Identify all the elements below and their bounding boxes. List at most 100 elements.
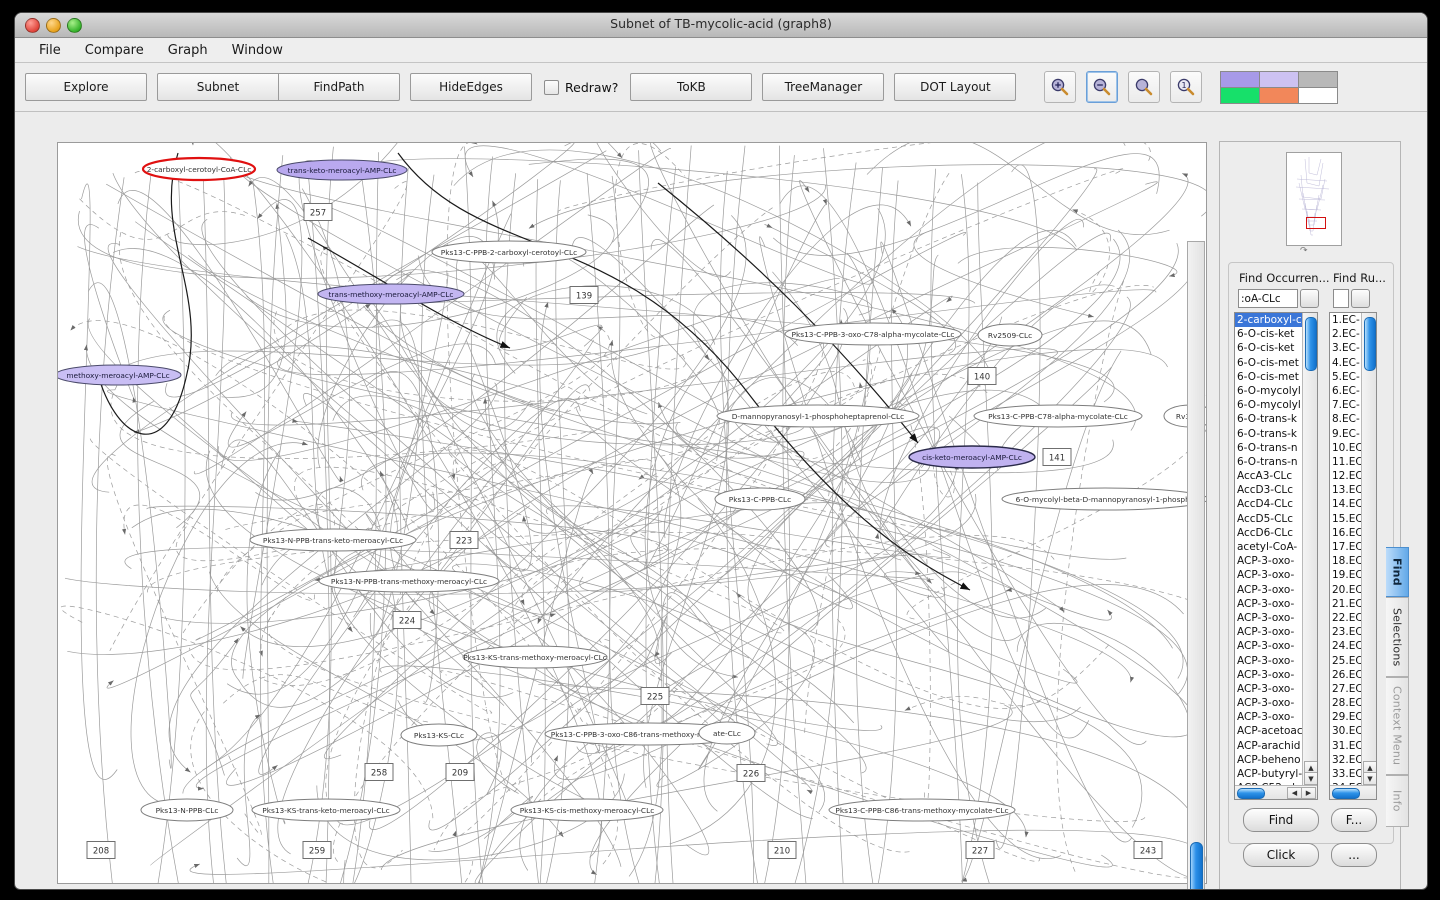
rules-list-item[interactable]: 23.EC [1330,625,1362,639]
occurrence-list-item[interactable]: 6-O-trans-k [1235,412,1303,426]
occurrence-list-item[interactable]: ACP-3-oxo- [1235,696,1303,710]
treemanager-button[interactable]: TreeManager [762,73,885,101]
occurrence-scroll-thumb[interactable] [1305,317,1317,371]
occurrence-list-item[interactable]: AccD5-CLc [1235,512,1303,526]
zoom-out-icon[interactable] [1086,71,1119,103]
rules-list-item[interactable]: 20.EC [1330,583,1362,597]
explore-button[interactable]: Explore [25,73,147,101]
graph-box-node[interactable]: 210 [767,841,797,859]
rules-list-item[interactable]: 28.EC [1330,696,1362,710]
rules-list-item[interactable]: 22.EC [1330,611,1362,625]
occurrence-list-item[interactable]: ACP-beheno [1235,753,1303,767]
graph-node[interactable]: Pks13-C-PPB-C86-trans-methoxy-mycolate-C… [828,798,1016,822]
occurrence-list-item[interactable]: AccD3-CLc [1235,483,1303,497]
graph-node[interactable]: Rv2509-CLc [977,323,1043,347]
graph-box-node[interactable]: 225 [640,687,670,705]
occurrence-list-item[interactable]: 6-O-cis-ket [1235,341,1303,355]
rules-scroll-down[interactable]: ▼ [1363,772,1376,785]
graph-box-node[interactable]: 208 [86,841,116,859]
graph-box-node[interactable]: 258 [364,763,394,781]
graph-vertical-scrollbar[interactable]: ▲ ▼ [1187,241,1205,889]
rules-list-item[interactable]: 19.EC [1330,568,1362,582]
occurrence-hscroll-left[interactable]: ◀ [1287,787,1302,799]
palette-swatch-gray[interactable] [1297,70,1338,88]
rules-list-item[interactable]: 10.EC [1330,441,1362,455]
rules-list[interactable]: 1.EC- 2.EC- 3.EC- 4.EC- 5.EC- 6.EC- 7.EC- 8.EC-… [1329,312,1377,800]
occurrence-list-item[interactable]: 6-O-mycolyl [1235,384,1303,398]
zoom-fit-icon[interactable] [1128,71,1161,103]
graph-box-node[interactable]: 223 [449,531,479,549]
graph-node[interactable]: Pks13-N-PPB-trans-methoxy-meroacyl-CLc [318,569,500,593]
occurrence-list-rows[interactable]: 2-carboxyl-c 6-O-cis-ket 6-O-cis-ket 6-O-ci… [1235,313,1303,799]
rules-list-rows[interactable]: 1.EC- 2.EC- 3.EC- 4.EC- 5.EC- 6.EC- 7.EC- 8.EC-… [1330,313,1362,799]
palette-col-3[interactable] [1297,70,1338,104]
rules-list-item[interactable]: 16.EC [1330,526,1362,540]
graph-node[interactable]: 6-O-mycolyl-beta-D-mannopyranosyl-1-phos… [1001,487,1206,511]
color-palette[interactable] [1219,70,1338,104]
tab-selections[interactable]: Selections [1386,597,1409,677]
graph-node[interactable]: Pks13-KS-trans-methoxy-meroacyl-CLc [462,645,608,669]
occurrence-list-item[interactable]: 6-O-trans-n [1235,455,1303,469]
rules-list-item[interactable]: 17.EC [1330,540,1362,554]
occurrence-list-item[interactable]: ACP-3-oxo- [1235,568,1303,582]
side-tab-strip[interactable]: Find Selections Context Menu Info [1386,547,1409,827]
rules-list-item[interactable]: 5.EC- [1330,370,1362,384]
graph-box-node[interactable]: 226 [736,764,766,782]
menu-item-window[interactable]: Window [220,41,295,60]
find-occurrences-input[interactable]: :oA-CLc [1238,289,1298,308]
occurrence-list-item[interactable]: acetyl-CoA- [1235,540,1303,554]
graph-node[interactable]: Pks13-N-PPB-trans-keto-meroacyl-CLc [249,528,417,552]
rules-list-item[interactable]: 33.EC [1330,767,1362,781]
palette-col-1[interactable] [1219,70,1260,104]
graph-vscroll-thumb[interactable] [1190,842,1203,889]
graph-node[interactable]: methoxy-meroacyl-AMP-CLc [58,364,182,386]
graph-box-node[interactable]: 257 [303,203,333,221]
rules-list-item[interactable]: 8.EC- [1330,412,1362,426]
subnet-button[interactable]: Subnet [157,73,279,101]
occurrence-list-item[interactable]: ACP-acetoac [1235,724,1303,738]
rules-list-item[interactable]: 11.EC [1330,455,1362,469]
graph-node[interactable]: ate-CLc [698,721,756,745]
palette-swatch-green[interactable] [1219,86,1260,104]
find-rules-toggle[interactable] [1351,289,1370,308]
occurrence-list-item[interactable]: ACP-3-oxo- [1235,682,1303,696]
zoom-in-icon[interactable] [1044,71,1077,103]
occurrence-list-item[interactable]: ACP-3-oxo- [1235,611,1303,625]
tab-info[interactable]: Info [1386,775,1409,827]
redraw-checkbox[interactable] [544,79,559,95]
menu-item-graph[interactable]: Graph [156,41,220,60]
graph-node[interactable]: cis-keto-meroacyl-AMP-CLc [908,445,1036,469]
occurrence-list-item[interactable]: ACP-3-oxo- [1235,583,1303,597]
occurrence-list-item[interactable]: 6-O-mycolyl [1235,398,1303,412]
hideedges-button[interactable]: HideEdges [410,73,532,101]
occurrence-hscroll-right[interactable]: ▶ [1301,787,1316,799]
rules-list-item[interactable]: 15.EC [1330,512,1362,526]
overview-viewport-rect[interactable] [1306,217,1326,229]
palette-swatch-lavender[interactable] [1258,70,1299,88]
occurrence-list-item[interactable]: AccD6-CLc [1235,526,1303,540]
rules-list-item[interactable]: 9.EC- [1330,427,1362,441]
more-options-button[interactable]: ... [1331,843,1377,867]
graph-canvas[interactable]: 257 139 140 141 223 224 225 226 258 209 208 259 210 2… [57,142,1207,884]
palette-swatch-orange[interactable] [1258,86,1299,104]
rules-list-item[interactable]: 7.EC- [1330,398,1362,412]
occurrence-list-item[interactable]: ACP-3-oxo- [1235,710,1303,724]
menu-item-compare[interactable]: Compare [73,41,156,60]
rules-list-item[interactable]: 4.EC- [1330,356,1362,370]
occurrence-list-item[interactable]: 6-O-cis-met [1235,370,1303,384]
findpath-button[interactable]: FindPath [278,73,400,101]
graph-node[interactable]: Pks13-KS-CLc [400,723,478,747]
occurrence-list-item[interactable]: ACP-3-oxo- [1235,625,1303,639]
tab-find[interactable]: Find [1386,547,1409,597]
rules-list-item[interactable]: 12.EC [1330,469,1362,483]
redraw-checkbox-wrap[interactable]: Redraw? [544,79,618,95]
rules-list-item[interactable]: 30.EC [1330,724,1362,738]
find-rules-input[interactable] [1333,289,1349,308]
graph-nodes[interactable]: 257 139 140 141 223 224 225 226 258 209 208 259 210 2… [58,156,1206,859]
zoom-actual-icon[interactable]: 1 [1170,71,1203,103]
rules-list-item[interactable]: 1.EC- [1330,313,1362,327]
graph-box-node[interactable]: 224 [392,611,422,629]
occurrence-list-item[interactable]: ACP-3-oxo- [1235,597,1303,611]
graph-box-node[interactable]: 141 [1042,448,1072,466]
occurrence-list-item[interactable]: ACP-3-oxo- [1235,639,1303,653]
